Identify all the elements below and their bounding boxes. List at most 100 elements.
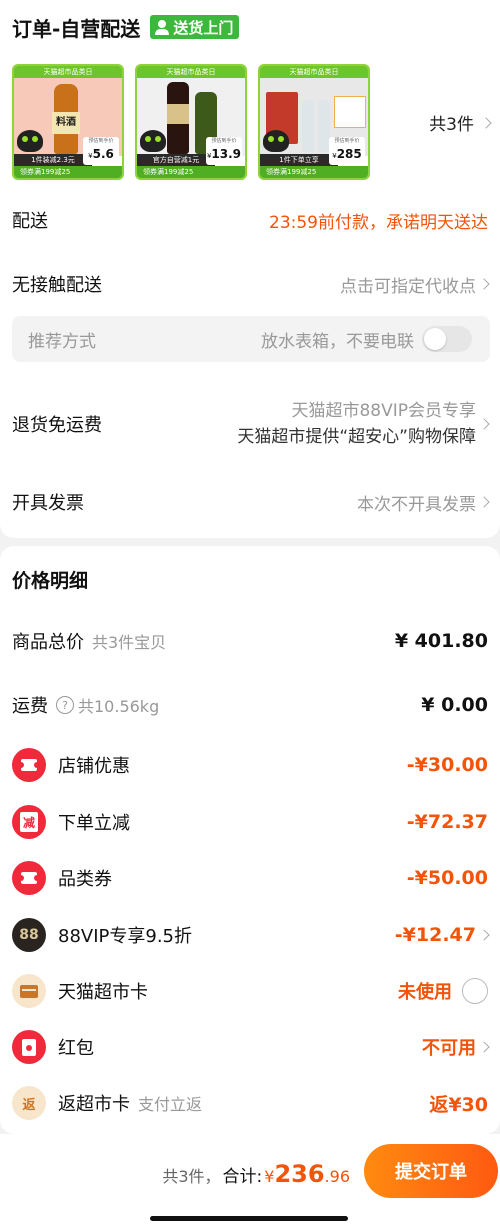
store-discount-left: 店铺优惠 xyxy=(12,748,130,782)
price-box: 预估到手价 ¥13.9 xyxy=(206,137,242,165)
return-shipping-text: 天猫超市88VIP会员专享 天猫超市提供“超安心”购物保障 xyxy=(237,398,476,450)
tmall-card-label: 天猫超市卡 xyxy=(58,982,148,1003)
coupon-promo: 领券满199减25 xyxy=(14,166,122,178)
contactless-hint: 点击可指定代收点 xyxy=(340,276,476,297)
product-tag: 1件下单立享 xyxy=(260,154,338,166)
tmall-card-radio[interactable] xyxy=(462,978,488,1004)
contactless-value: 点击可指定代收点 xyxy=(340,272,490,297)
order-info-card: 订单-自营配送 送货上门 天猫超市品类日 料酒 1件装减2.3元 预估到手价 ¥… xyxy=(0,0,500,538)
tmall-card-status: 未使用 xyxy=(398,982,452,1003)
subtotal-label: 商品总价 xyxy=(12,632,84,653)
invoice-row[interactable]: 开具发票 本次不开具发票 xyxy=(12,486,490,518)
home-indicator[interactable] xyxy=(150,1216,348,1221)
vip-discount-amount: -¥12.47 xyxy=(394,924,476,946)
submit-order-button[interactable]: 提交订单 xyxy=(364,1144,498,1198)
red-packet-left: 红包 xyxy=(12,1030,94,1064)
price-tip: 预估到手价 xyxy=(334,138,360,144)
product-tag: 官方自营减1元 xyxy=(137,154,215,166)
category-coupon-row: 品类券 -¥50.00 xyxy=(12,859,488,897)
delivery-label: 配送 xyxy=(12,211,48,232)
category-coupon-amount: -¥50.00 xyxy=(406,867,488,889)
vip-discount-label: 88VIP专享9.5折 xyxy=(58,926,193,947)
total-integer: 236 xyxy=(274,1160,325,1188)
bottle-image xyxy=(302,100,314,152)
cashback-label: 返超市卡 xyxy=(58,1094,130,1115)
red-packet-value: 不可用 xyxy=(422,1034,490,1060)
chevron-right-icon xyxy=(478,278,490,290)
product-thumb-2[interactable]: 天猫超市品类日 官方自营减1元 预估到手价 ¥13.9 领券满199减25 xyxy=(135,64,247,180)
cashback-sub: 支付立返 xyxy=(138,1095,203,1114)
vip-discount-left: 88 88VIP专享9.5折 xyxy=(12,918,192,952)
total-count: 共3件， xyxy=(162,1167,221,1186)
price-box: 预估到手价 ¥5.6 xyxy=(83,137,119,165)
order-total: 共3件， 合计: ¥ 236 .96 xyxy=(162,1160,350,1188)
order-discount-left: 减 下单立减 xyxy=(12,805,130,839)
red-packet-row[interactable]: 红包 不可用 xyxy=(12,1028,490,1066)
price-tip: 预估到手价 xyxy=(88,138,114,144)
chevron-right-icon xyxy=(478,1041,490,1053)
red-envelope-icon xyxy=(12,1030,46,1064)
shipping-amount: ¥ 0.00 xyxy=(421,694,488,716)
preference-label: 推荐方式 xyxy=(28,331,96,352)
invoice-value: 本次不开具发票 xyxy=(357,490,490,515)
red-packet-status: 不可用 xyxy=(422,1038,476,1059)
header: 订单-自营配送 送货上门 xyxy=(12,12,240,42)
chevron-right-icon xyxy=(478,929,490,941)
return-shipping-value: 天猫超市88VIP会员专享 天猫超市提供“超安心”购物保障 xyxy=(237,398,490,450)
return-shipping-row[interactable]: 退货免运费 天猫超市88VIP会员专享 天猫超市提供“超安心”购物保障 xyxy=(12,396,490,452)
product-price: ¥285 xyxy=(332,147,362,161)
card-icon xyxy=(12,974,46,1008)
cashback-left: 返 返超市卡 支付立返 xyxy=(12,1086,202,1120)
delivery-preference: 推荐方式 放水表箱，不要电联 xyxy=(12,316,490,362)
promo-band: 天猫超市品类日 xyxy=(137,66,245,78)
invoice-text: 本次不开具发票 xyxy=(357,494,476,515)
store-discount-label: 店铺优惠 xyxy=(58,756,130,777)
tmall-card-left: 天猫超市卡 xyxy=(12,974,148,1008)
vip-discount-row[interactable]: 88 88VIP专享9.5折 -¥12.47 xyxy=(12,916,490,954)
vip-discount-amount-wrap: -¥12.47 xyxy=(394,924,490,946)
vip-88-icon: 88 xyxy=(12,918,46,952)
chevron-right-icon xyxy=(480,116,492,129)
product-count-link[interactable]: 共3件 xyxy=(429,110,492,135)
shipping-label: 运费 xyxy=(12,696,48,717)
preference-toggle[interactable] xyxy=(422,326,472,352)
coupon-promo: 领券满199减25 xyxy=(137,166,245,178)
price-box: 预估到手价 ¥285 xyxy=(329,137,365,165)
contactless-label: 无接触配送 xyxy=(12,275,102,296)
bottle-label-patch xyxy=(167,104,189,124)
order-discount-label: 下单立减 xyxy=(58,813,130,834)
coupon-ticket-icon xyxy=(12,861,46,895)
shipping-left: 运费 ? 共10.56kg xyxy=(12,692,159,718)
subtotal-count: 共3件宝贝 xyxy=(92,633,167,652)
chevron-right-icon xyxy=(478,496,490,508)
total-label: 合计: xyxy=(222,1167,263,1187)
coupon-promo: 领券满199减25 xyxy=(260,166,368,178)
product-tag: 1件装减2.3元 xyxy=(14,154,92,166)
shipping-row: 运费 ? 共10.56kg ¥ 0.00 xyxy=(12,690,488,720)
product-thumb-1[interactable]: 天猫超市品类日 料酒 1件装减2.3元 预估到手价 ¥5.6 领券满199减25 xyxy=(12,64,124,180)
tmall-card-value: 未使用 xyxy=(398,978,488,1004)
tmall-card-row[interactable]: 天猫超市卡 未使用 xyxy=(12,972,488,1010)
category-coupon-label: 品类券 xyxy=(58,869,112,890)
tmall-cat-icon xyxy=(140,130,166,152)
invoice-label: 开具发票 xyxy=(12,493,84,514)
contactless-row[interactable]: 无接触配送 点击可指定代收点 xyxy=(12,268,490,300)
checkout-bar: 共3件， 合计: ¥ 236 .96 提交订单 xyxy=(0,1134,500,1229)
shipping-weight: 共10.56kg xyxy=(78,697,160,716)
product-thumb-3[interactable]: 天猫超市品类日 1件下单立享 预估到手价 ¥285 领券满199减25 xyxy=(258,64,370,180)
total-currency: ¥ xyxy=(264,1167,275,1186)
subtotal-amount: ¥ 401.80 xyxy=(394,630,488,652)
coupon-ticket-icon xyxy=(12,748,46,782)
product-count: 共3件 xyxy=(429,115,474,135)
delivery-promise: 23:59前付款，承诺明天送达 xyxy=(269,212,488,233)
help-icon[interactable]: ? xyxy=(56,696,74,714)
return-shipping-label: 退货免运费 xyxy=(12,415,102,436)
order-discount-amount: -¥72.37 xyxy=(406,811,488,833)
product-price: ¥5.6 xyxy=(88,147,114,161)
chevron-right-icon xyxy=(478,418,490,430)
store-discount-amount: -¥30.00 xyxy=(406,754,488,776)
promo-band: 天猫超市品类日 xyxy=(260,66,368,78)
cashback-amount: 返¥30 xyxy=(429,1093,488,1116)
return-shipping-line1: 天猫超市88VIP会员专享 xyxy=(291,401,476,421)
product-thumbnails[interactable]: 天猫超市品类日 料酒 1件装减2.3元 预估到手价 ¥5.6 领券满199减25… xyxy=(12,64,370,180)
